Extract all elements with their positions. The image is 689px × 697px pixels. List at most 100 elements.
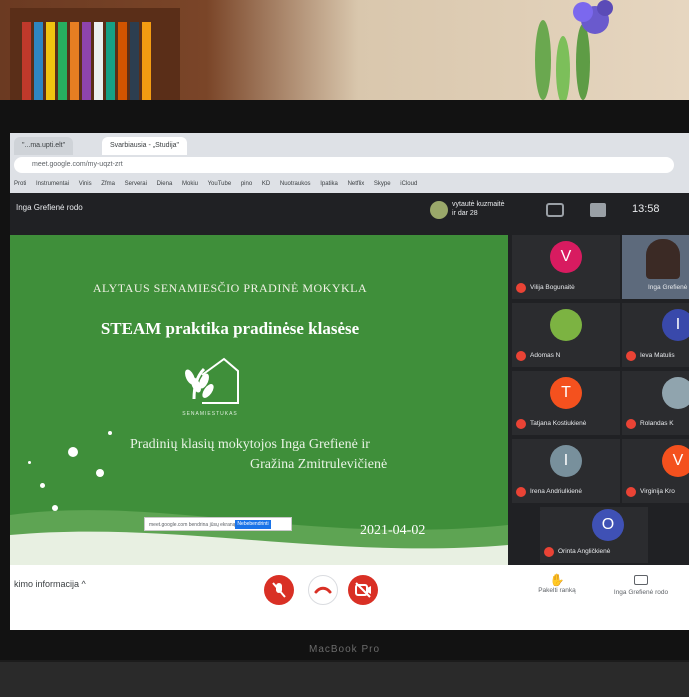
participant-avatar	[550, 309, 582, 341]
participant-tile[interactable]: Adomas N	[512, 303, 620, 367]
participant-name: Adomas N	[530, 352, 561, 359]
presenting-label: Inga Grefienė rodo	[16, 203, 83, 212]
decor-dot	[108, 431, 112, 435]
participant-tile[interactable]: Rolandas K	[622, 371, 689, 435]
muted-mic-icon	[626, 487, 636, 497]
participant-name: Vilija Bogunaitė	[530, 284, 575, 291]
presenting-label: Inga Grefienė rodo	[613, 589, 669, 596]
avatar	[430, 201, 448, 219]
clock: 13:58	[632, 203, 660, 215]
bookmark[interactable]: YouTube	[208, 181, 232, 187]
participant-name: Orinta Angličkienė	[558, 548, 611, 555]
muted-mic-icon	[544, 547, 554, 557]
laptop-keyboard	[0, 662, 689, 697]
browser-tab[interactable]: "...ma.upti.elt"	[14, 137, 74, 155]
participant-tile[interactable]: V Vilija Bogunaitė	[512, 235, 620, 299]
camera-off-icon	[355, 582, 371, 598]
school-logo-text: SENAMIESTUKAS	[182, 411, 238, 417]
bookmark[interactable]: Serverai	[125, 181, 147, 187]
bookmark[interactable]: Vinis	[79, 181, 92, 187]
bookmarks-bar: Proti Instrumentai Vinis Zfma Serverai D…	[10, 177, 689, 191]
slide-date: 2021-04-02	[360, 523, 426, 538]
participant-name: Inga Grefienė	[648, 284, 688, 291]
participant-tile[interactable]: T Tatjana Kostiukienė	[512, 371, 620, 435]
authors-line-2: Gražina Zmitrulevičienė	[250, 457, 388, 472]
participant-avatar: T	[550, 377, 582, 409]
bookmark[interactable]: Ipatika	[320, 181, 338, 187]
participant-avatar: V	[550, 241, 582, 273]
chat-icon[interactable]	[590, 203, 606, 217]
bookmark[interactable]: KD	[262, 181, 270, 187]
present-screen-icon	[634, 575, 648, 585]
muted-mic-icon	[626, 419, 636, 429]
browser-chrome: "...ma.upti.elt" Svarbiausia - „Studija"…	[10, 133, 689, 193]
decor-dot	[52, 505, 58, 511]
microphone-off-button[interactable]	[264, 575, 294, 605]
participant-tile[interactable]: I Ieva Matulis	[622, 303, 689, 367]
mic-off-icon	[272, 582, 286, 598]
hand-icon: ✋	[549, 573, 565, 587]
bookmark[interactable]: Netflix	[348, 181, 365, 187]
screen-share-bar: meet.google.com bendrina jūsų ekraną Neb…	[144, 517, 292, 531]
participant-tile[interactable]: I Irena Andriulkienė	[512, 439, 620, 503]
notification-subtext: ir dar 28	[452, 210, 478, 217]
muted-mic-icon	[516, 419, 526, 429]
slide-school-name: ALYTAUS SENAMIESČIO PRADINĖ MOKYKLA	[92, 281, 368, 295]
bookmark[interactable]: Proti	[14, 181, 26, 187]
bookmark[interactable]: Mokiu	[182, 181, 198, 187]
bookmark[interactable]: pino	[241, 181, 252, 187]
participant-name: Irena Andriulkienė	[530, 488, 583, 495]
people-icon[interactable]	[546, 203, 564, 217]
meeting-details-button[interactable]: kimo informacija ^	[14, 579, 86, 589]
browser-tab-active[interactable]: Svarbiausia - „Studija"	[102, 137, 188, 155]
decor-dot	[28, 461, 31, 464]
participant-avatar: I	[662, 309, 689, 341]
authors-line-1: Pradinių klasių mokytojos Inga Grefienė …	[130, 437, 370, 452]
hang-up-icon	[314, 586, 332, 594]
meet-header: Inga Grefienė rodo vytautė kuzmaitė ir d…	[10, 193, 689, 231]
leave-call-button[interactable]	[308, 575, 338, 605]
present-now-button[interactable]: Inga Grefienė rodo	[606, 573, 676, 596]
bookmark[interactable]: Zfma	[101, 181, 115, 187]
muted-mic-icon	[516, 283, 526, 293]
bookmark[interactable]: Skype	[374, 181, 391, 187]
decor-dot	[96, 469, 104, 477]
participant-avatar: V	[662, 445, 689, 477]
decor-dot	[68, 447, 78, 457]
slide-title: STEAM praktika pradinėse klasėse	[100, 319, 360, 338]
participant-video	[646, 239, 680, 279]
notification-name: vytautė kuzmaitė	[452, 201, 505, 208]
camera-off-button[interactable]	[348, 575, 378, 605]
participant-name: Virginija Kro	[640, 488, 675, 495]
share-bar-text: meet.google.com bendrina jūsų ekraną	[149, 522, 236, 528]
decor-dot	[40, 483, 45, 488]
bookmark[interactable]: Diena	[157, 181, 173, 187]
laptop-screen: "...ma.upti.elt" Svarbiausia - „Studija"…	[10, 133, 689, 630]
participant-avatar	[662, 377, 689, 409]
laptop-brand: MacBook Pro	[308, 644, 381, 655]
bookmark[interactable]: Instrumentai	[36, 181, 69, 187]
raise-hand-button[interactable]: ✋ Pakelti ranką	[522, 573, 592, 594]
meet-controls-bar: kimo informacija ^ ✋ Pakelti ranką Inga …	[10, 565, 689, 630]
participant-name: Ieva Matulis	[640, 352, 675, 359]
address-bar[interactable]: meet.google.com/my-uqzt-zrt	[14, 157, 674, 173]
muted-mic-icon	[516, 487, 526, 497]
presentation-slide: ALYTAUS SENAMIESČIO PRADINĖ MOKYKLA STEA…	[10, 235, 508, 565]
raise-hand-label: Pakelti ranką	[538, 587, 576, 594]
bookmark[interactable]: Nuotraukos	[280, 181, 311, 187]
muted-mic-icon	[626, 351, 636, 361]
stop-sharing-button[interactable]: Nebebendrinti	[235, 520, 271, 529]
participant-avatar: O	[592, 509, 624, 541]
muted-mic-icon	[516, 351, 526, 361]
participant-name: Rolandas K	[640, 420, 674, 427]
slide-authors: Pradinių klasių mokytojos Inga Grefienė …	[130, 435, 470, 475]
participant-tile[interactable]: O Orinta Angličkienė	[540, 507, 648, 563]
bookmark[interactable]: iCloud	[400, 181, 417, 187]
participant-avatar: I	[550, 445, 582, 477]
hyacinth-plant	[535, 0, 613, 104]
school-logo-icon	[185, 357, 239, 404]
participant-name: Tatjana Kostiukienė	[530, 420, 587, 427]
join-notification[interactable]: vytautė kuzmaitė ir dar 28	[430, 197, 510, 223]
participant-tile[interactable]: V Virginija Kro	[622, 439, 689, 503]
participant-tile[interactable]: Inga Grefienė	[622, 235, 689, 299]
